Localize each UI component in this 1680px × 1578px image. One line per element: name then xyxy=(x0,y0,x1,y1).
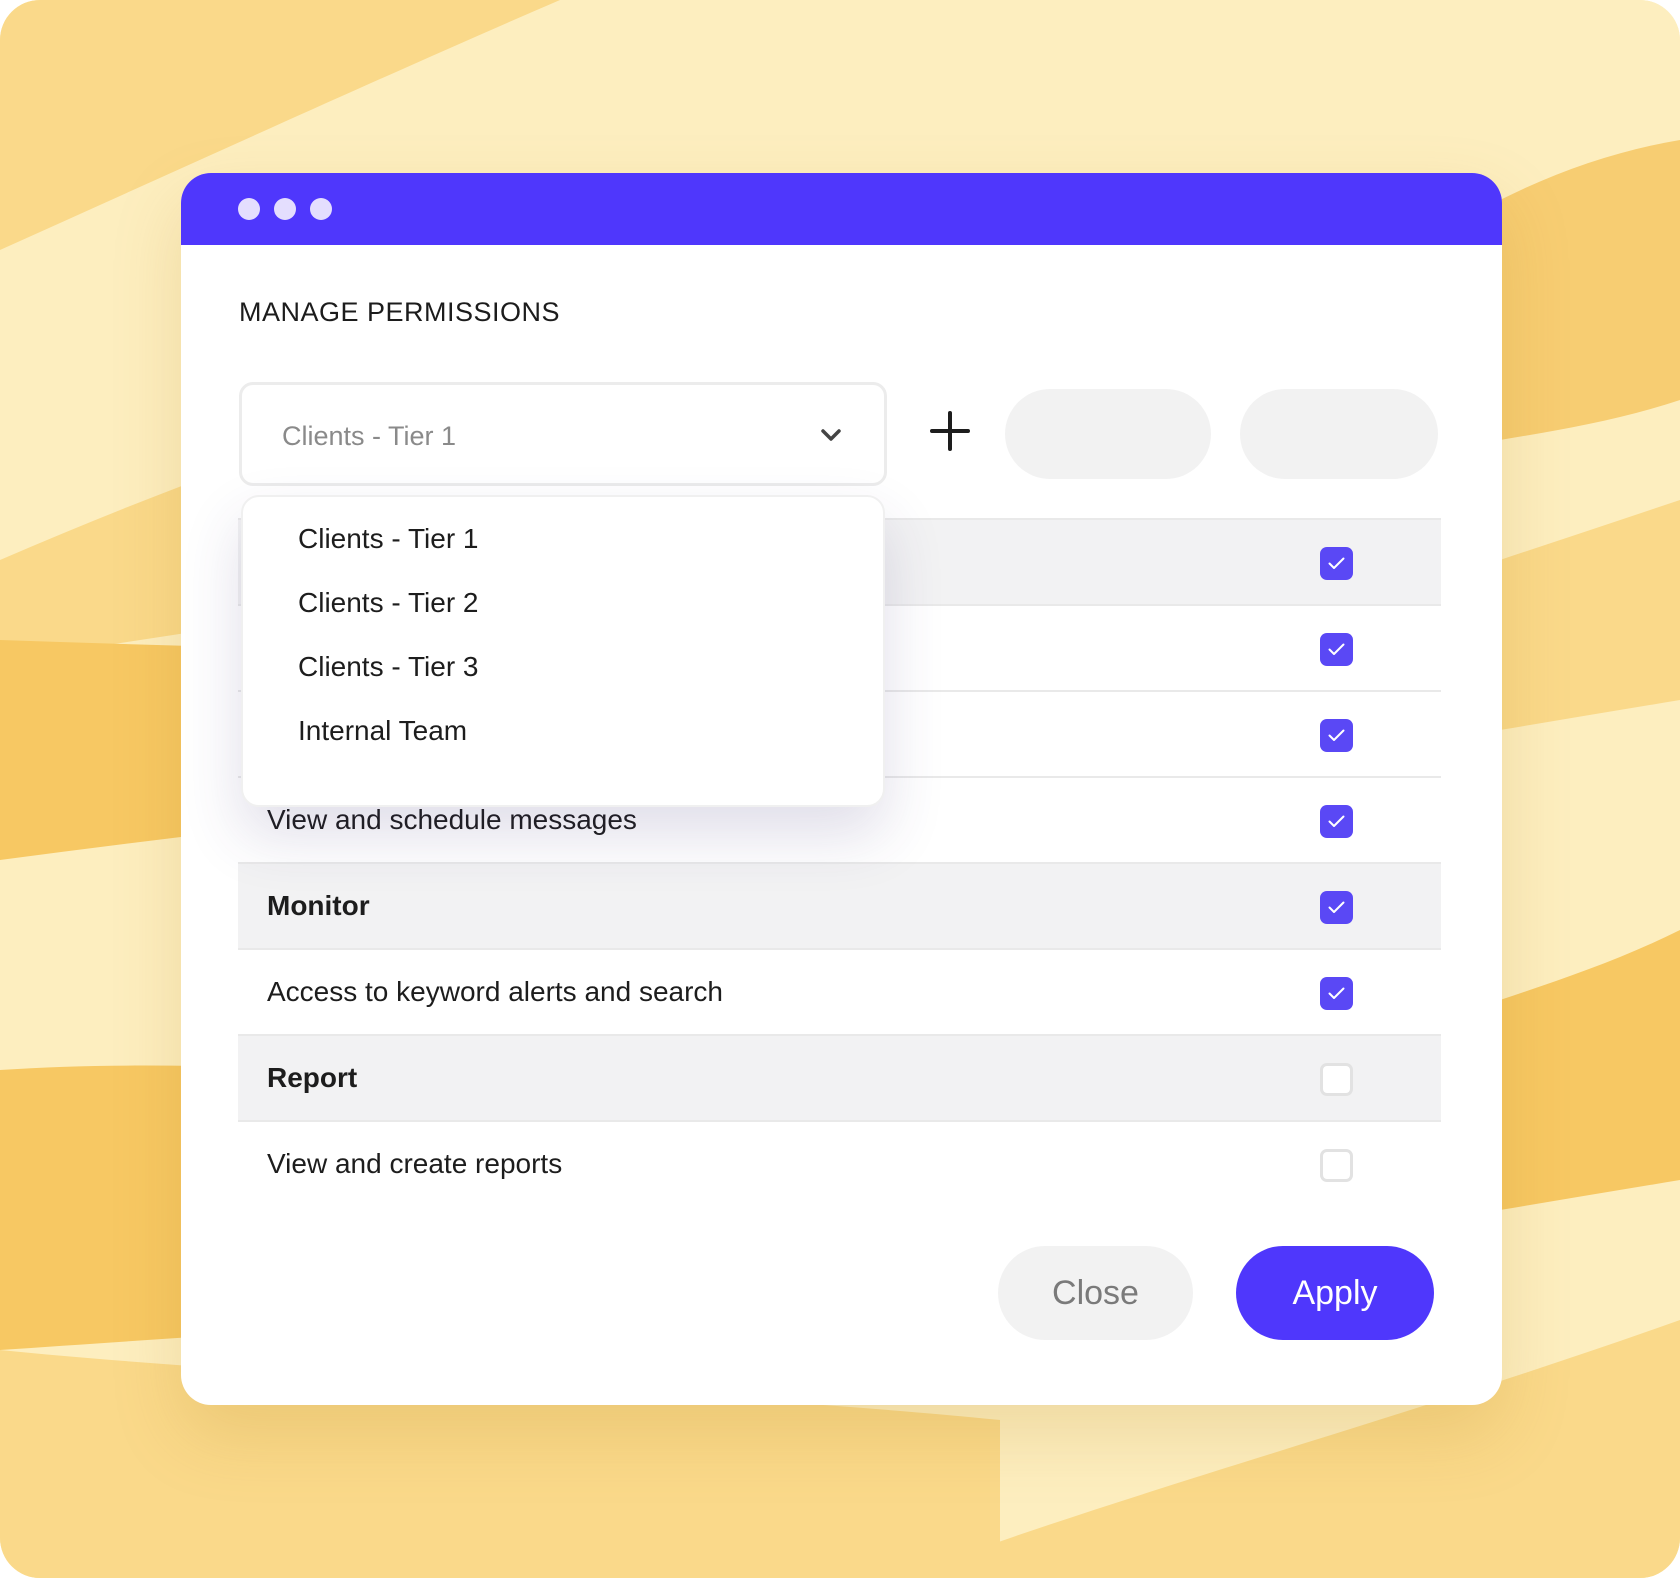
window-control-dot[interactable] xyxy=(310,198,332,220)
permission-checkbox[interactable] xyxy=(1320,1149,1353,1182)
permission-label: Report xyxy=(267,1062,358,1093)
permission-label: Access to keyword alerts and search xyxy=(267,976,723,1007)
checkmark-icon xyxy=(1328,557,1345,569)
checkmark-icon xyxy=(1328,643,1345,655)
permissions-window: MANAGE PERMISSIONS Clients - Tier 1 View… xyxy=(181,173,1502,1405)
plus-icon[interactable] xyxy=(926,407,974,455)
page-title: MANAGE PERMISSIONS xyxy=(239,297,561,327)
permission-section-row: Monitor xyxy=(238,862,1441,948)
permission-checkbox[interactable] xyxy=(1320,805,1353,838)
dropdown-option[interactable]: Clients - Tier 3 xyxy=(298,651,479,683)
window-control-dot[interactable] xyxy=(274,198,296,220)
group-dropdown-menu: Clients - Tier 1 Clients - Tier 2 Clients … xyxy=(241,495,885,807)
permission-checkbox[interactable] xyxy=(1320,719,1353,752)
permission-row: View and create reports xyxy=(238,1120,1441,1206)
checkmark-icon xyxy=(1328,901,1345,913)
background-canvas: MANAGE PERMISSIONS Clients - Tier 1 View… xyxy=(0,0,1680,1578)
dropdown-option[interactable]: Clients - Tier 1 xyxy=(298,523,479,555)
group-select-value: Clients - Tier 1 xyxy=(282,421,457,451)
permission-label: Monitor xyxy=(267,890,370,921)
permission-section-row: Report xyxy=(238,1034,1441,1120)
placeholder-pill xyxy=(1240,389,1438,479)
checkmark-icon xyxy=(1328,729,1345,741)
window-control-dot[interactable] xyxy=(238,198,260,220)
chevron-down-icon xyxy=(821,429,841,441)
group-select[interactable]: Clients - Tier 1 xyxy=(239,382,887,486)
close-button[interactable]: Close xyxy=(998,1246,1193,1340)
permission-checkbox[interactable] xyxy=(1320,633,1353,666)
dropdown-option[interactable]: Clients - Tier 2 xyxy=(298,587,479,619)
permission-label: View and create reports xyxy=(267,1148,563,1179)
apply-button[interactable]: Apply xyxy=(1236,1246,1434,1340)
placeholder-pill xyxy=(1005,389,1211,479)
checkmark-icon xyxy=(1328,815,1345,827)
permission-label: View and schedule messages xyxy=(267,804,637,835)
permission-checkbox[interactable] xyxy=(1320,547,1353,580)
checkmark-icon xyxy=(1328,987,1345,999)
permission-checkbox[interactable] xyxy=(1320,1063,1353,1096)
permission-row: Access to keyword alerts and search xyxy=(238,948,1441,1034)
window-titlebar xyxy=(181,173,1502,245)
dropdown-option[interactable]: Internal Team xyxy=(298,715,467,747)
permission-checkbox[interactable] xyxy=(1320,977,1353,1010)
permission-checkbox[interactable] xyxy=(1320,891,1353,924)
